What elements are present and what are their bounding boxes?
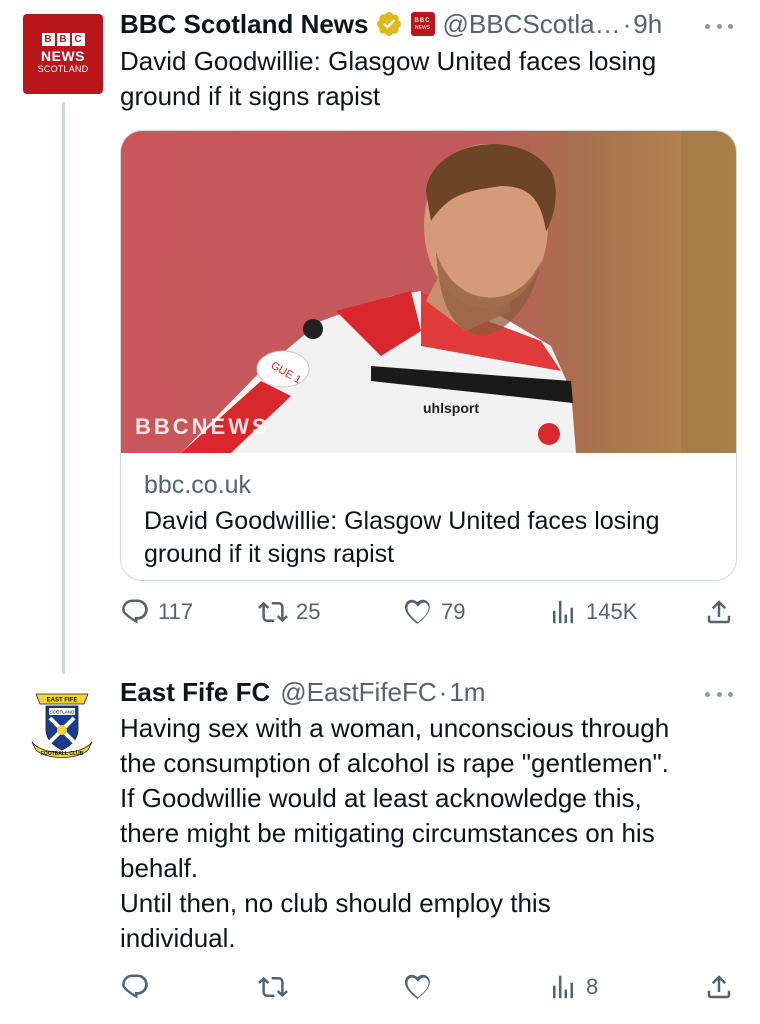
views-icon [553,975,573,999]
bbc-blocks-logo: BBC [41,33,85,46]
tweet-header: East Fife FC @EastFifeFC · 1m [120,676,485,708]
like-button[interactable]: 79 [403,594,465,630]
views-button[interactable]: 8 [548,969,598,1005]
separator: · [438,676,448,707]
verified-badge-icon[interactable] [375,10,403,38]
tweet-actions: 117 25 79 145K [120,594,737,630]
reply-count: 117 [158,599,194,624]
reply-button[interactable]: 117 [120,594,193,630]
bbc-affiliate-badge[interactable]: BBC NEWS [410,12,435,36]
more-options-icon[interactable] [703,682,735,706]
separator: · [622,8,632,39]
reply-icon [122,599,148,624]
like-button[interactable] [403,969,441,1005]
share-button[interactable] [704,969,734,1005]
retweet-icon [258,601,288,623]
views-icon [553,600,573,624]
views-count: 8 [586,974,599,999]
handle[interactable]: @EastFifeFC [280,677,436,708]
display-name[interactable]: BBC Scotland News [120,9,369,40]
tweet-text: David Goodwillie: Glasgow United faces l… [120,46,657,111]
bbc-news-watermark: BBCNEWS [135,414,270,439]
like-count: 79 [441,599,466,624]
retweet-button[interactable]: 25 [258,594,320,630]
reply-button[interactable] [120,969,158,1005]
views-count: 145K [586,599,638,624]
shirt-sponsor: uhlsport [423,400,479,416]
link-card[interactable]: GUE 1 uhlsport BBCNEWS bbc.co.uk David G… [120,130,737,581]
timestamp[interactable]: 1m [449,677,485,708]
thread-connector-line [62,102,65,674]
retweet-button[interactable] [258,969,296,1005]
share-icon [707,600,731,624]
views-button[interactable]: 145K [548,594,637,630]
like-icon [404,974,430,1000]
handle[interactable]: @BBCScotla… [443,9,621,40]
bbc-scotland-avatar[interactable]: BBC NEWS SCOTLAND [23,14,103,94]
tweet-actions: 8 [120,969,737,1005]
timestamp[interactable]: 9h [633,9,662,40]
tweet-header: BBC Scotland News BBC NEWS @BBCScotla… ·… [120,8,662,40]
retweet-icon [258,976,288,998]
crest-inner-text: SCOTLAND [50,710,75,715]
retweet-count: 25 [296,599,321,624]
east-fife-crest-avatar[interactable]: EAST FIFE SCOTLAND FOOTBALL CLUB [22,684,102,764]
card-domain: bbc.co.uk [144,471,252,499]
card-title: David Goodwillie: Glasgow United faces l… [144,507,660,568]
share-button[interactable] [704,594,734,630]
crest-top-text: EAST FIFE [47,698,78,704]
tweet-text: Having sex with a woman, unconscious thr… [120,713,670,953]
like-icon [404,599,430,625]
more-options-icon[interactable] [703,14,735,38]
reply-icon [122,974,148,999]
display-name[interactable]: East Fife FC [120,677,270,708]
article-image: GUE 1 uhlsport BBCNEWS [121,131,736,453]
share-icon [707,975,731,999]
crest-bottom-text: FOOTBALL CLUB [41,751,84,757]
